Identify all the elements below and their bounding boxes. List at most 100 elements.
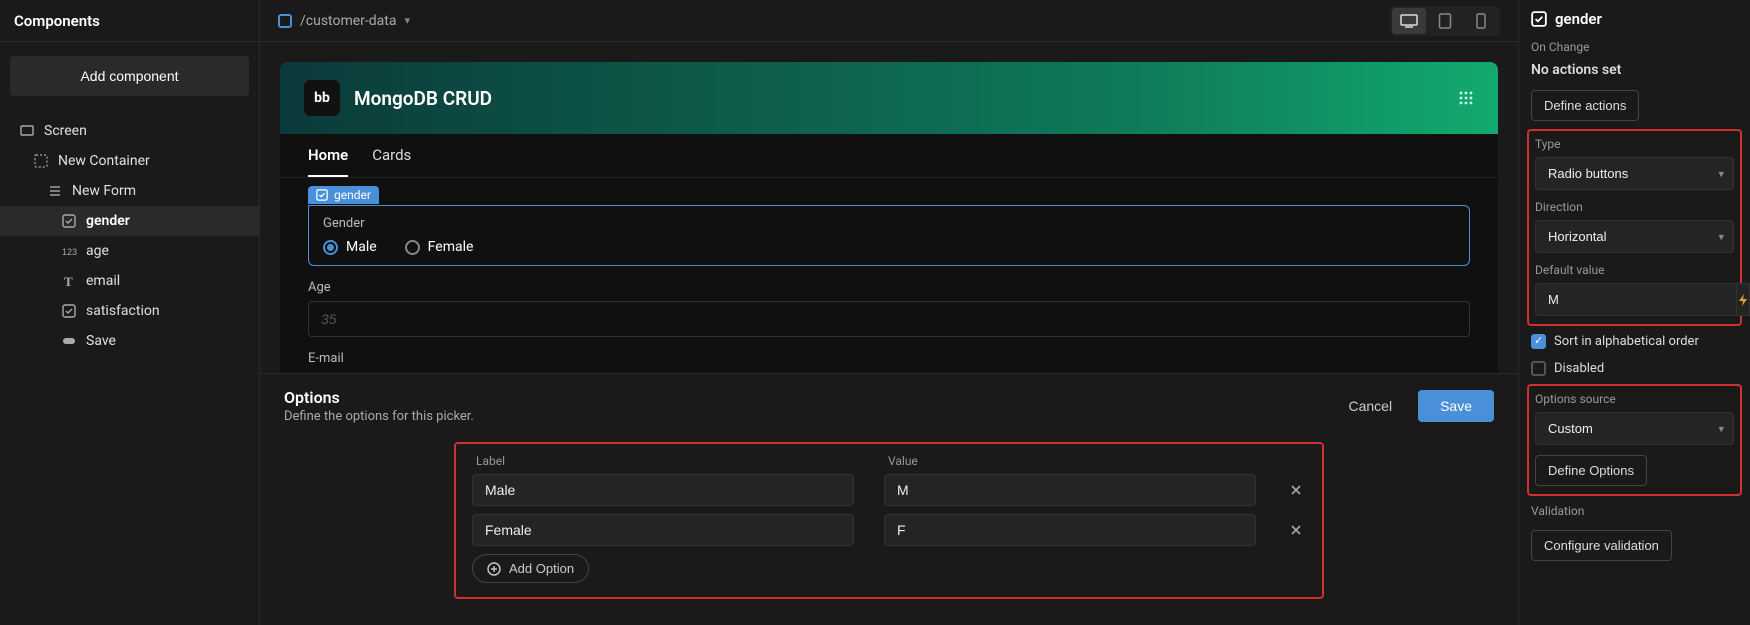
component-selection-badge[interactable]: gender (308, 186, 379, 204)
drag-handle-icon[interactable] (1458, 90, 1474, 106)
app-logo: bb (304, 80, 340, 116)
tree-item-email[interactable]: Temail (0, 266, 259, 296)
screen-icon (278, 14, 292, 28)
binding-button[interactable] (1736, 283, 1749, 316)
add-option-button[interactable]: Add Option (472, 554, 589, 583)
direction-select[interactable] (1535, 220, 1734, 253)
tree-item-satisfaction[interactable]: satisfaction (0, 296, 259, 326)
age-input[interactable] (308, 301, 1470, 337)
radio-label: Female (428, 239, 474, 255)
container-icon (32, 152, 50, 170)
tree-item-label: email (86, 273, 249, 289)
option-value-input[interactable] (884, 474, 1256, 506)
options-subtitle: Define the options for this picker. (284, 409, 474, 424)
delete-option-button[interactable] (1286, 520, 1306, 540)
option-row (472, 514, 1306, 546)
breadcrumb[interactable]: /customer-data ▾ (278, 13, 410, 29)
tree-item-label: Save (86, 333, 249, 349)
configure-validation-button[interactable]: Configure validation (1531, 530, 1672, 561)
radio-icon (323, 240, 338, 255)
button-icon (60, 332, 78, 350)
options-source-select[interactable] (1535, 412, 1734, 445)
options-cancel-button[interactable]: Cancel (1334, 390, 1406, 422)
options-panel: Options Define the options for this pick… (260, 373, 1518, 625)
tree-item-save[interactable]: Save (0, 326, 259, 356)
radio-icon (405, 240, 420, 255)
tree-item-label: Screen (44, 123, 249, 139)
screen-icon (18, 122, 36, 140)
option-row (472, 474, 1306, 506)
device-tablet-button[interactable] (1428, 8, 1462, 34)
chevron-down-icon: ▾ (405, 14, 411, 27)
tree-item-age[interactable]: 123 age (0, 236, 259, 266)
component-name: gender (1555, 10, 1602, 28)
define-options-button[interactable]: Define Options (1535, 455, 1647, 486)
radio-option-male[interactable]: Male (323, 239, 377, 255)
options-table: Label Value Add Option (454, 442, 1324, 599)
email-label: E-mail (308, 351, 1470, 366)
col-header-value: Value (888, 454, 1302, 468)
device-toggle (1390, 6, 1500, 36)
options-source-highlight: Options source Define Options (1527, 384, 1742, 496)
tree-item-label: New Form (72, 183, 249, 199)
options-icon (60, 212, 78, 230)
checkbox-icon (1531, 334, 1546, 349)
sidebar-header: Components (0, 0, 259, 42)
define-actions-button[interactable]: Define actions (1531, 90, 1639, 121)
device-mobile-button[interactable] (1464, 8, 1498, 34)
tree-item-new-container[interactable]: New Container (0, 146, 259, 176)
tree-item-label: age (86, 243, 249, 259)
options-icon (60, 302, 78, 320)
plus-circle-icon (487, 562, 501, 576)
options-icon (316, 189, 328, 201)
disabled-checkbox[interactable]: Disabled (1531, 361, 1738, 376)
svg-text:T: T (64, 274, 73, 289)
disabled-label: Disabled (1554, 361, 1604, 376)
type-section-highlight: Type Direction Default value ▾ (1527, 129, 1742, 326)
properties-sidebar: gender On Change No actions set Define a… (1518, 0, 1750, 625)
options-title: Options (284, 388, 474, 407)
delete-option-button[interactable] (1286, 480, 1306, 500)
options-save-button[interactable]: Save (1418, 390, 1494, 422)
desktop-icon (1400, 14, 1418, 28)
options-icon (1531, 11, 1547, 27)
add-component-button[interactable]: Add component (10, 56, 249, 96)
badge-label: gender (334, 188, 371, 202)
onchange-label: On Change (1531, 40, 1738, 54)
canvas-pane: /customer-data ▾ bb MongoDB CRUD (260, 0, 1518, 625)
radio-label: Male (346, 239, 377, 255)
tree-item-new-form[interactable]: New Form (0, 176, 259, 206)
form-icon (46, 182, 64, 200)
validation-label: Validation (1531, 504, 1738, 518)
tree-item-label: New Container (58, 153, 249, 169)
breadcrumb-path: /customer-data (300, 13, 397, 29)
app-header: bb MongoDB CRUD (280, 62, 1498, 134)
device-desktop-button[interactable] (1392, 8, 1426, 34)
option-value-input[interactable] (884, 514, 1256, 546)
type-label: Type (1535, 137, 1734, 151)
tree-item-gender[interactable]: gender (0, 206, 259, 236)
type-select[interactable] (1535, 157, 1734, 190)
default-value-input[interactable] (1535, 283, 1736, 316)
tablet-icon (1438, 13, 1452, 29)
tree-item-screen[interactable]: Screen (0, 116, 259, 146)
gender-field[interactable]: Gender Male Female (308, 205, 1470, 266)
sidebar-title: Components (14, 12, 100, 30)
sort-alpha-checkbox[interactable]: Sort in alphabetical order (1531, 334, 1738, 349)
add-option-label: Add Option (509, 561, 574, 576)
text-icon: T (60, 272, 78, 290)
number-icon: 123 (60, 242, 78, 260)
option-label-input[interactable] (472, 514, 854, 546)
radio-option-female[interactable]: Female (405, 239, 474, 255)
app-tab-cards[interactable]: Cards (372, 134, 411, 177)
app-tab-home[interactable]: Home (308, 134, 348, 177)
onchange-value: No actions set (1531, 62, 1738, 78)
component-tree: Screen New Container New Form gender 123 age T… (0, 110, 259, 625)
close-icon (1290, 524, 1302, 536)
gender-label: Gender (323, 216, 1455, 231)
age-label: Age (308, 280, 1470, 295)
app-title: MongoDB CRUD (354, 87, 492, 110)
col-header-label: Label (476, 454, 858, 468)
option-label-input[interactable] (472, 474, 854, 506)
options-source-label: Options source (1535, 392, 1734, 406)
